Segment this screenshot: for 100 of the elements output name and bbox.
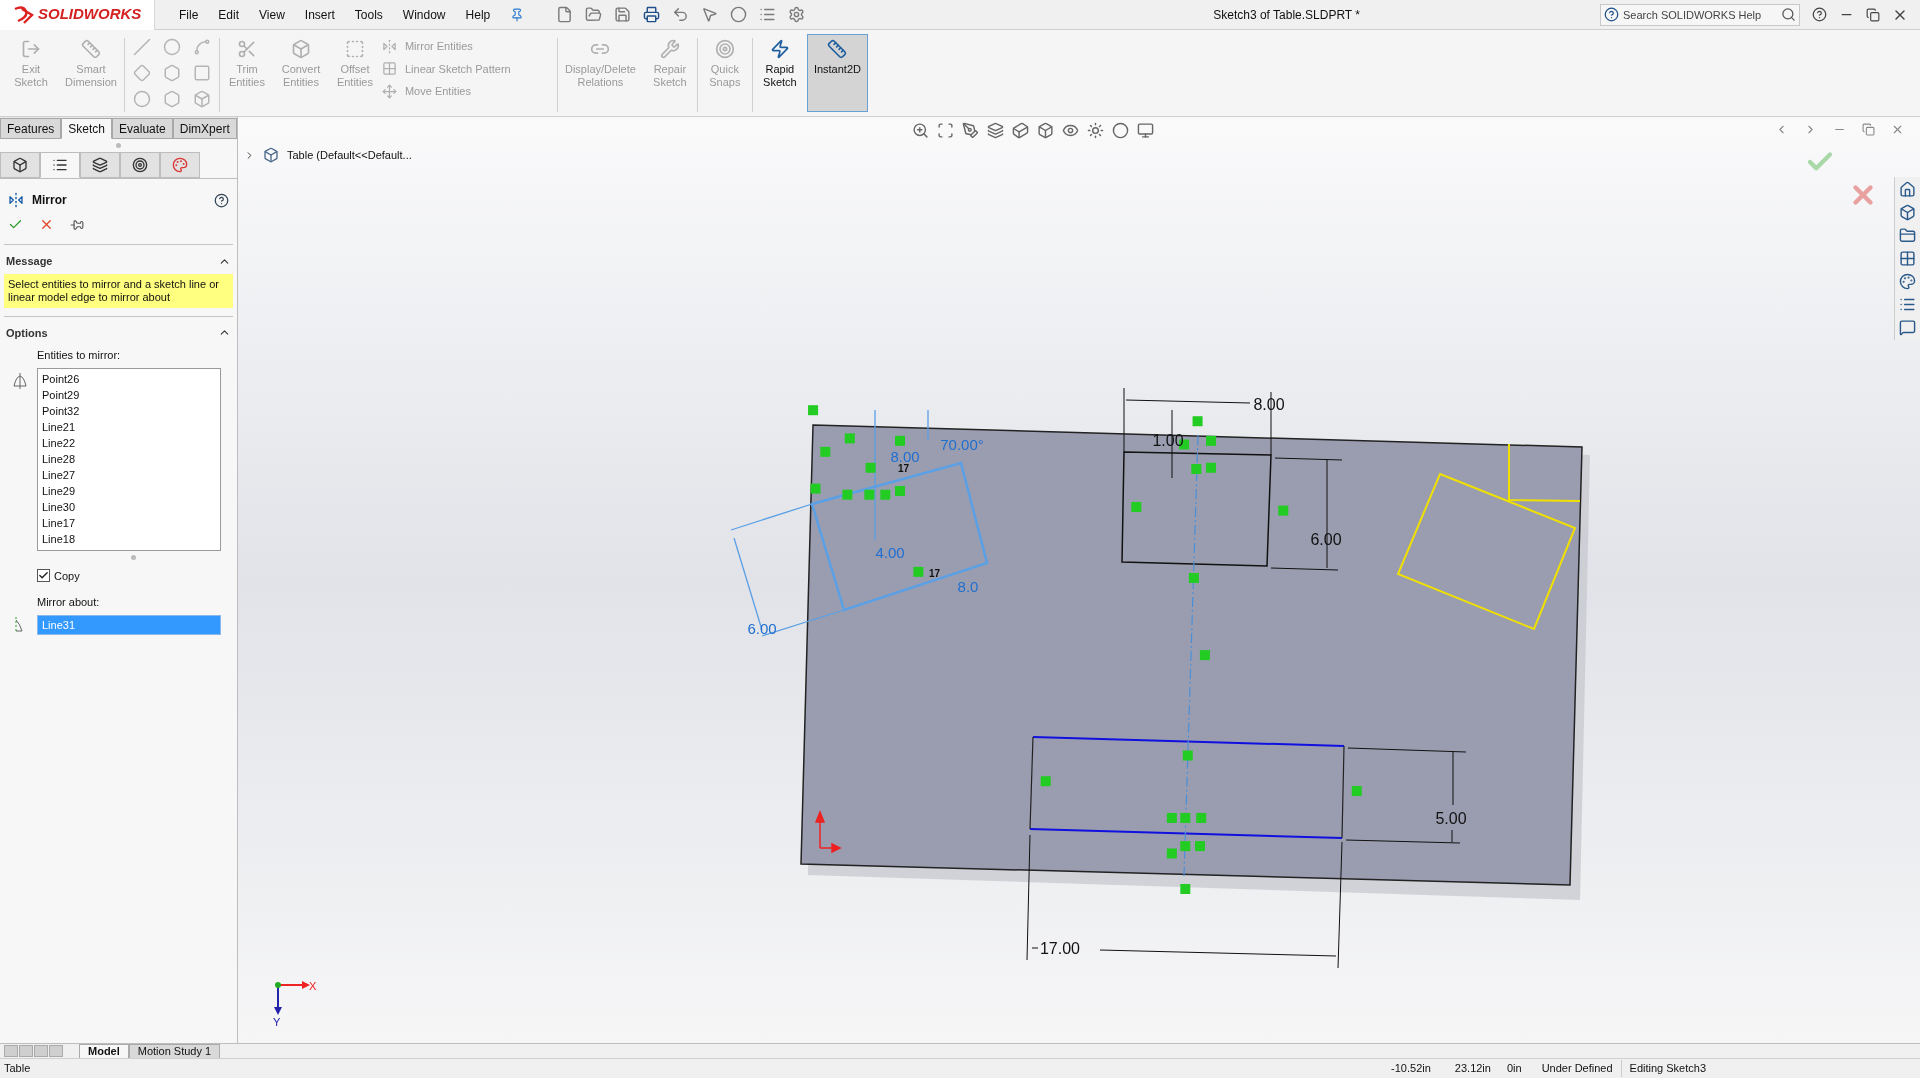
dimension-value[interactable]: 6.00 [1310,531,1342,548]
view-tool-icon[interactable] [1112,122,1129,139]
graphics-area[interactable]: 17 17 8.00 1.00 6.00 5.00 17.00 6.00 4.00 8.00 70.00° 8.0 X Y Table (Default<<Default... [238,117,1920,1043]
dimension-value[interactable]: 8.00 [1253,396,1285,413]
menu-item[interactable]: Window [402,5,446,24]
preview-sketch-drawing[interactable] [730,409,989,637]
cancel-icon[interactable] [39,217,54,232]
toolbar-icon[interactable] [614,6,632,23]
panel-tab[interactable] [120,152,160,178]
menu-item[interactable]: Help [465,5,491,24]
view-tool-icon[interactable] [937,122,954,139]
sketch-tool-icon[interactable] [132,90,151,108]
axis-label: Y [273,1016,281,1028]
view-tool-icon[interactable] [962,122,979,139]
pin-icon[interactable] [510,7,525,22]
search-field[interactable]: Search SOLIDWORKS Help [1600,3,1800,26]
help-icon[interactable] [1812,7,1827,22]
task-pane-icon[interactable] [1899,181,1916,198]
list-item[interactable]: Line17 [42,514,216,531]
command-tab[interactable]: Evaluate [112,118,173,139]
toolbar-icon[interactable] [759,6,777,23]
command-tab[interactable]: Features [0,118,62,139]
copy-checkbox[interactable] [37,569,50,583]
toolbar-icon[interactable] [730,6,748,23]
task-pane-icon[interactable] [1899,204,1916,221]
search-icon[interactable] [1781,6,1796,22]
restore-icon[interactable] [1866,7,1880,22]
dimension-value[interactable]: 1.00 [1152,432,1184,449]
menu-item[interactable]: Tools [354,5,383,24]
toolbar-icon[interactable] [788,6,806,23]
model-tab[interactable]: Motion Study 1 [128,1043,221,1059]
view-tool-icon[interactable] [1137,122,1154,139]
menu-item[interactable]: View [259,5,285,24]
splitter-handle[interactable] [131,554,136,560]
list-item[interactable]: Line21 [42,418,216,435]
list-item[interactable]: Line18 [42,530,216,547]
menu-item[interactable]: File [179,5,199,24]
tool-icon [80,39,101,59]
relation-label: 17 [898,463,910,474]
list-item[interactable]: Line28 [42,450,216,467]
dimension-value[interactable]: 17.00 [1040,940,1080,957]
entities-list[interactable]: Point26 Point29 Point32 Line21 Line22 Line28 Line27 Line29 Line30 Line17 Line18 [37,367,221,551]
sketch-tool-icon[interactable] [192,90,211,108]
sketch-profile-drawing[interactable] [1396,443,1581,631]
sketch-tool-icon[interactable] [162,64,181,82]
menu-item[interactable]: Edit [218,5,240,24]
dimension-value[interactable]: 5.00 [1435,810,1467,827]
command-tab[interactable]: Sketch [61,118,113,139]
help-icon[interactable] [214,192,229,208]
list-item[interactable]: Line27 [42,466,216,483]
pin-icon[interactable] [70,217,84,232]
list-item[interactable]: Line29 [42,482,216,499]
axis-label: X [309,980,317,992]
panel-tab[interactable] [40,152,80,178]
view-tool-icon[interactable] [1062,122,1079,139]
field-label: Entities to mirror: [37,348,122,363]
message-header[interactable]: Message [0,245,237,274]
ribbon-button[interactable]: Instant2D [806,34,868,112]
panel-tab[interactable] [0,152,40,178]
tool-icon [21,39,41,59]
sketch-tool-icon[interactable] [162,90,181,108]
splitter-handle[interactable] [116,143,121,148]
options-header[interactable]: Options [0,316,237,345]
tree-item[interactable]: Table (Default<<Default... [287,147,412,164]
task-pane-icon[interactable] [1899,250,1916,267]
list-item[interactable]: Line30 [42,498,216,515]
command-tab[interactable]: DimXpert [172,118,237,139]
view-tool-icon[interactable] [912,122,929,139]
ribbon-button[interactable]: Rapid Sketch [752,34,807,112]
panel-tab[interactable] [80,152,120,178]
part-icon [12,157,28,173]
task-pane-icon[interactable] [1899,319,1916,336]
view-tool-icon[interactable] [1037,122,1054,139]
view-tool-icon[interactable] [987,122,1004,139]
view-tool-icon[interactable] [1087,122,1104,139]
sketch-tool-icon[interactable] [132,64,151,82]
toolbar-icon[interactable] [643,6,661,23]
menu-item[interactable]: Insert [304,5,335,24]
sketch-tool-icon[interactable] [132,38,151,56]
list-item[interactable]: Point26 [42,370,216,387]
task-pane-icon[interactable] [1899,296,1916,313]
toolbar-icon[interactable] [701,6,719,23]
task-pane-icon[interactable] [1899,273,1916,290]
plate-face[interactable] [800,424,1583,886]
model-tab[interactable]: Model [79,1043,129,1059]
view-tool-icon[interactable] [1012,122,1029,139]
task-pane-icon[interactable] [1899,227,1916,244]
list-item[interactable]: Line22 [42,434,216,451]
toolbar-icon[interactable] [672,6,690,23]
toolbar-icon[interactable] [585,6,603,23]
logo-icon [12,4,34,25]
sketch-tool-icon[interactable] [162,38,181,56]
palette-icon [172,157,188,173]
list-item[interactable]: Point32 [42,402,216,419]
sketch-tool-icon[interactable] [192,64,211,82]
checkbox-label: Copy [54,568,80,584]
dimension-value[interactable]: 6.00 [747,620,777,637]
list-item[interactable]: Point29 [42,386,216,403]
toolbar-icon[interactable] [556,6,574,23]
sketch-tool-icon[interactable] [192,38,211,56]
